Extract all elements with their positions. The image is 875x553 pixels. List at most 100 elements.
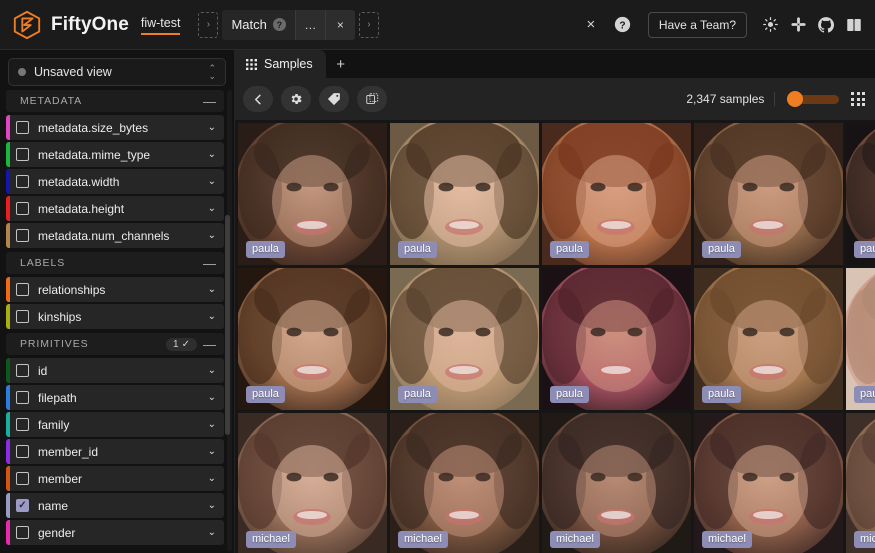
sample-thumbnail[interactable]: paula [846, 123, 875, 265]
sidebar-scrollbar-thumb[interactable] [225, 215, 230, 435]
field-checkbox[interactable] [16, 202, 29, 215]
patches-icon[interactable] [357, 86, 387, 112]
sample-thumbnail[interactable]: paula [542, 123, 691, 265]
sample-label-chip[interactable]: paula [398, 240, 437, 258]
collapse-icon[interactable]: — [203, 338, 216, 351]
stage-drop-slot-right[interactable]: › [358, 11, 379, 38]
dataset-name[interactable]: fiw-test [140, 16, 181, 35]
chevron-down-icon[interactable]: ⌄ [208, 365, 216, 376]
sidebar-field-name[interactable]: name ⌄ [6, 493, 224, 518]
zoom-slider-knob[interactable] [787, 91, 804, 107]
sample-thumbnail[interactable]: paula [238, 268, 387, 410]
sample-label-chip[interactable]: michael [550, 530, 600, 548]
sidebar-field-family[interactable]: family ⌄ [6, 412, 224, 437]
sample-label-chip[interactable]: paula [702, 240, 741, 258]
chevron-updown-icon[interactable]: ⌃ ⌄ [208, 64, 216, 81]
zoom-slider[interactable] [787, 91, 840, 107]
tag-icon[interactable] [319, 86, 349, 112]
field-checkbox[interactable] [16, 418, 29, 431]
sample-thumbnail[interactable]: michael [694, 413, 843, 553]
sample-label-chip[interactable]: paula [854, 385, 875, 403]
stage-more-button[interactable]: … [294, 9, 325, 40]
sample-thumbnail[interactable]: michael [846, 413, 875, 553]
sidebar-field-metadata-height[interactable]: metadata.height ⌄ [6, 196, 224, 221]
sidebar-field-gender[interactable]: gender ⌄ [6, 520, 224, 545]
sample-thumbnail[interactable]: michael [390, 413, 539, 553]
collapse-icon[interactable]: — [203, 95, 216, 108]
chevron-down-icon[interactable]: ⌄ [208, 176, 216, 187]
chevron-down-icon[interactable]: ⌄ [208, 473, 216, 484]
sample-thumbnail[interactable]: michael [238, 413, 387, 553]
sidebar-field-relationships[interactable]: relationships ⌄ [6, 277, 224, 302]
sidebar-field-metadata-size-bytes[interactable]: metadata.size_bytes ⌄ [6, 115, 224, 140]
sample-label-chip[interactable]: paula [246, 385, 285, 403]
have-a-team-button[interactable]: Have a Team? [647, 11, 747, 38]
github-icon[interactable] [813, 12, 839, 38]
sidebar-field-member-id[interactable]: member_id ⌄ [6, 439, 224, 464]
sample-grid[interactable]: paula paula paula paula paula paula paula paula… [235, 120, 875, 553]
sidebar-field-list[interactable]: METADATA — metadata.size_bytes ⌄ metadata.mi… [0, 86, 234, 553]
sample-label-chip[interactable]: michael [702, 530, 752, 548]
chevron-down-icon[interactable]: ⌄ [208, 392, 216, 403]
gear-icon[interactable] [281, 86, 311, 112]
sidebar-field-filepath[interactable]: filepath ⌄ [6, 385, 224, 410]
field-checkbox[interactable] [16, 175, 29, 188]
chevron-down-icon[interactable]: ⌄ [208, 446, 216, 457]
brand[interactable]: FiftyOne [0, 8, 129, 42]
brightness-icon[interactable] [757, 12, 783, 38]
field-checkbox[interactable] [16, 499, 29, 512]
apps-grid-icon[interactable] [851, 92, 865, 106]
sample-label-chip[interactable]: paula [854, 240, 875, 258]
close-icon[interactable]: × [578, 12, 604, 38]
stage-help-icon[interactable]: ? [272, 18, 286, 31]
chevron-down-icon[interactable]: ⌄ [208, 311, 216, 322]
sidebar-field-metadata-mime-type[interactable]: metadata.mime_type ⌄ [6, 142, 224, 167]
sample-thumbnail[interactable]: paula [694, 123, 843, 265]
sidebar-field-id[interactable]: id ⌄ [6, 358, 224, 383]
sample-thumbnail[interactable]: paula [390, 123, 539, 265]
section-header-metadata[interactable]: METADATA — [6, 90, 224, 112]
stage-drop-slot-left[interactable]: › [198, 11, 219, 38]
sample-thumbnail[interactable]: paula [238, 123, 387, 265]
section-header-labels[interactable]: LABELS — [6, 252, 224, 274]
chevron-down-icon[interactable]: ⌄ [208, 527, 216, 538]
field-checkbox[interactable] [16, 445, 29, 458]
chevron-down-icon[interactable]: ⌄ [208, 230, 216, 241]
sample-label-chip[interactable]: michael [854, 530, 875, 548]
section-header-primitives[interactable]: PRIMITIVES 1 ✓ — [6, 333, 224, 355]
chevron-down-icon[interactable]: ⌄ [208, 203, 216, 214]
sample-thumbnail[interactable]: paula [390, 268, 539, 410]
sample-label-chip[interactable]: paula [702, 385, 741, 403]
add-tab-button[interactable]: + [326, 50, 356, 78]
stage-close-button[interactable]: × [324, 9, 355, 40]
sample-label-chip[interactable]: paula [550, 385, 589, 403]
chevron-down-icon[interactable]: ⌄ [208, 122, 216, 133]
chevron-down-icon[interactable]: ⌄ [208, 419, 216, 430]
sidebar-field-kinships[interactable]: kinships ⌄ [6, 304, 224, 329]
back-button[interactable] [243, 86, 273, 112]
sample-label-chip[interactable]: michael [246, 530, 296, 548]
chevron-down-icon[interactable]: ⌄ [208, 149, 216, 160]
sample-thumbnail[interactable]: michael [542, 413, 691, 553]
sample-label-chip[interactable]: paula [398, 385, 437, 403]
sample-label-chip[interactable]: paula [550, 240, 589, 258]
sample-label-chip[interactable]: paula [246, 240, 285, 258]
sidebar-field-metadata-width[interactable]: metadata.width ⌄ [6, 169, 224, 194]
field-checkbox[interactable] [16, 121, 29, 134]
field-checkbox[interactable] [16, 310, 29, 323]
field-checkbox[interactable] [16, 148, 29, 161]
field-checkbox[interactable] [16, 229, 29, 242]
field-checkbox[interactable] [16, 526, 29, 539]
slack-icon[interactable] [785, 12, 811, 38]
field-checkbox[interactable] [16, 364, 29, 377]
sample-thumbnail[interactable]: paula [694, 268, 843, 410]
chevron-down-icon[interactable]: ⌄ [208, 284, 216, 295]
tab-samples[interactable]: Samples [235, 50, 326, 78]
sample-label-chip[interactable]: michael [398, 530, 448, 548]
chevron-down-icon[interactable]: ⌄ [208, 500, 216, 511]
sidebar-field-member[interactable]: member ⌄ [6, 466, 224, 491]
sample-thumbnail[interactable]: paula [542, 268, 691, 410]
field-checkbox[interactable] [16, 472, 29, 485]
help-circle-icon[interactable]: ? [610, 12, 636, 38]
stage-label-group[interactable]: Match ? [222, 10, 294, 40]
